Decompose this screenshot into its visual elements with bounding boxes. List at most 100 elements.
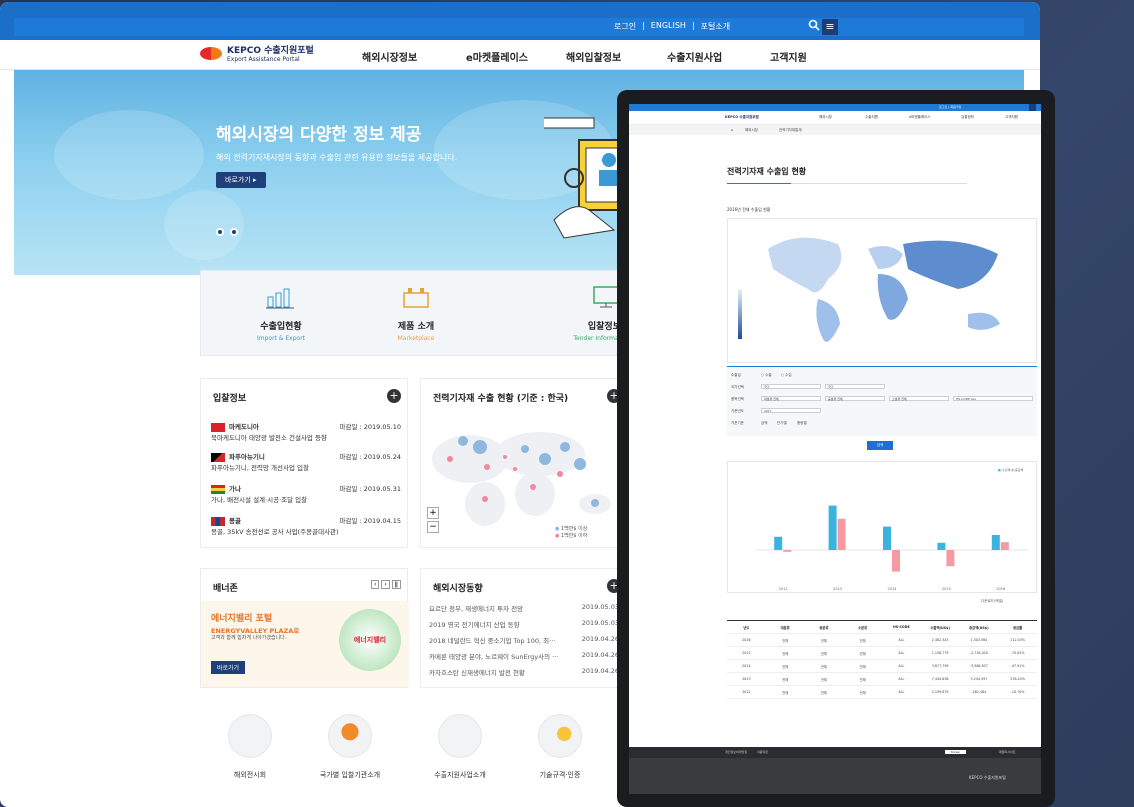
quick-exhibition[interactable]: 해외전시회 — [210, 714, 290, 780]
category-select[interactable]: 대분류 전체 — [761, 396, 821, 401]
year-select[interactable]: 2017 — [761, 408, 821, 413]
banner-go-button[interactable]: 바로가기 — [211, 661, 246, 674]
table-cell: 2,199,879 — [931, 690, 949, 694]
menu-export-support[interactable]: 수출지원사업 — [667, 49, 722, 64]
bid-item[interactable]: 마케도니아 마감일 : 2019.05.10 북마케도니아 태양광 발전소 건설사… — [211, 421, 401, 442]
news-item[interactable]: 요르단 정부, 재생에너지 투자 전망 2019.05.03 — [429, 603, 619, 613]
category-select[interactable]: 소분류 전체 — [889, 396, 949, 401]
quick-bid-agency[interactable]: 국가별 입찰기관소개 — [310, 714, 390, 780]
tablet-top-links[interactable]: 로그인 | 회원가입 — [939, 105, 961, 109]
login-link[interactable]: 로그인 — [614, 21, 636, 32]
portal-intro-link[interactable]: 포털소개 — [701, 21, 730, 32]
quick-cards: 수출입현황 Import & Export 제품 소개 Marketplace … — [200, 270, 621, 356]
search-button[interactable]: 검색 — [867, 441, 893, 450]
breadcrumb-item[interactable]: 해외시장 — [745, 128, 758, 133]
footer-logo: KEPCO 수출지원포털 — [969, 775, 1006, 780]
legend-label: 1백만$ 이하 — [560, 533, 588, 539]
card-subtitle: Marketplace — [397, 335, 435, 342]
bid-item[interactable]: 몽골 마감일 : 2019.04.15 몽골, 35kV 송전선로 공사 사업(주… — [211, 515, 401, 536]
hero-go-button[interactable]: 바로가기 ▸ — [216, 172, 266, 188]
language-select[interactable]: Korea — [945, 750, 966, 754]
menu-customer-support[interactable]: 고객지원 — [770, 49, 807, 64]
quick-tech-cert[interactable]: 기술규격·인증 — [520, 714, 600, 780]
table-cell: 전체 — [859, 638, 866, 643]
hscode-select[interactable]: HS-CODE ALL — [953, 396, 1033, 401]
table-cell: 전체 — [859, 677, 866, 682]
news-panel: 해외시장동향 + 요르단 정부, 재생에너지 투자 전망 2019.05.03 2… — [420, 568, 625, 688]
excel-download-button[interactable]: 다운로드(엑셀) — [981, 599, 1003, 604]
news-item[interactable]: 2018 네덜란드 혁신 중소기업 Top 100, 최··· 2019.04.2… — [429, 635, 619, 645]
footer-link[interactable]: 이용약관 — [757, 750, 768, 754]
panel-title: 해외시장동향 — [433, 584, 483, 594]
search-icon[interactable] — [806, 19, 822, 35]
export-map-panel: 전력기자재 수출 현황 (기준 : 한국) + + − ● 1백만$ 이상 ● … — [420, 378, 625, 548]
quick-export-support[interactable]: 수출지원사업소개 — [420, 714, 500, 780]
breadcrumb-item[interactable]: 전력기자재통계 — [779, 128, 802, 133]
bid-item[interactable]: 파푸아뉴기니 마감일 : 2019.05.24 파푸아뉴기니, 전력망 개선사업 … — [211, 451, 401, 472]
news-date: 2019.04.26 — [581, 651, 619, 659]
table-cell: 1,158,779 — [931, 651, 949, 655]
menu-overseas-bid[interactable]: 해외입찰정보 — [566, 49, 621, 64]
table-cell: ALL — [898, 651, 905, 655]
criteria-option[interactable]: 단가별 — [777, 421, 787, 426]
radio-import[interactable]: ○ 수입 — [781, 373, 792, 378]
quick-label: 국가별 입찰기관소개 — [319, 771, 381, 779]
menu-overseas-market[interactable]: 해외시장정보 — [362, 49, 417, 64]
menu-e-marketplace[interactable]: e마켓플레이스 — [466, 49, 528, 64]
tablet-nav-item[interactable]: 해외시장 — [819, 115, 832, 120]
tablet-nav: KEPCO 수출지원포털 해외시장 수출지원 e마켓플레이스 입찰정보 고객지원 — [629, 111, 1041, 125]
radio-export[interactable]: ○ 수출 — [761, 373, 772, 378]
news-item[interactable]: 카자흐스탄 신재생에너지 발전 현황 2019.04.26 — [429, 667, 619, 677]
home-icon[interactable]: ⌂ — [731, 128, 733, 132]
table-cell: -2,718,020 — [969, 651, 988, 655]
table-cell: -47.91% — [1010, 664, 1025, 668]
country-select[interactable]: 국가 — [761, 384, 821, 389]
card-marketplace[interactable]: 제품 소개 Marketplace — [356, 285, 476, 342]
chart-icon — [266, 288, 294, 309]
bid-item[interactable]: 가나 마감일 : 2019.05.31 가나, 배전시설 설계·시공·조달 입찰 — [211, 483, 401, 504]
category-select[interactable]: 중분류 전체 — [825, 396, 885, 401]
pause-button[interactable]: ǁ — [391, 580, 401, 589]
table-cell: 전체 — [820, 677, 827, 682]
prev-button[interactable]: ‹ — [371, 580, 380, 589]
tablet-search-icon[interactable] — [1029, 104, 1036, 111]
english-link[interactable]: ENGLISH — [651, 21, 686, 32]
tablet-nav-item[interactable]: 고객지원 — [1005, 115, 1018, 120]
laptop-icon — [438, 714, 482, 758]
criteria-option[interactable]: 금액 — [761, 421, 767, 426]
criteria-option[interactable]: 중량별 — [797, 421, 807, 426]
footer-link[interactable]: 개인정보처리방침 — [725, 750, 747, 754]
logo[interactable]: KEPCO 수출지원포털 Export Assistance Portal — [200, 43, 314, 63]
country-select[interactable]: 국가 — [825, 384, 885, 389]
zoom-out-button[interactable]: − — [427, 521, 439, 533]
x-tick-label: 2016 — [996, 587, 1005, 591]
pause-button[interactable] — [216, 228, 224, 236]
card-import-export[interactable]: 수출입현황 Import & Export — [221, 285, 341, 342]
family-site-select[interactable]: 패밀리사이트 — [999, 750, 1016, 754]
zoom-in-button[interactable]: + — [427, 507, 439, 519]
table-cell: 2,482,343 — [931, 638, 949, 642]
news-item[interactable]: 카메룬 태양광 분야, 노르웨이 SunErgy사의 ··· 2019.04.26 — [429, 651, 619, 661]
tablet-nav-item[interactable]: 수출지원 — [865, 115, 878, 120]
bid-date: 마감일 : 2019.05.31 — [339, 485, 401, 493]
next-button[interactable]: › — [381, 580, 390, 589]
card-title: 수출입현황 — [260, 322, 302, 332]
menu-icon[interactable]: ≡ — [822, 19, 838, 35]
x-tick-label: 2013 — [833, 587, 842, 591]
table-header: 수출액(US$) — [930, 625, 950, 630]
energy-valley-banner[interactable]: 에너지밸리 포털 ENERGYVALLEY PLAZA로 고객과 함께 힘차게 … — [201, 601, 409, 687]
tablet-logo[interactable]: KEPCO 수출지원포털 — [725, 115, 759, 120]
more-plus-icon[interactable]: + — [387, 389, 401, 403]
card-subtitle: Import & Export — [256, 335, 306, 342]
quick-label: 해외전시회 — [233, 771, 267, 779]
card-tender[interactable]: 입찰정보 Tender Informat — [501, 285, 621, 342]
play-button[interactable] — [230, 228, 238, 236]
x-tick-label: 2015 — [942, 587, 951, 591]
news-item[interactable]: 2019 영국 전기에너지 산업 동향 2019.05.03 — [429, 619, 619, 629]
tablet-nav-item[interactable]: 입찰정보 — [961, 115, 974, 120]
panel-title: 입찰정보 — [213, 394, 247, 404]
trophy-icon — [538, 714, 582, 758]
table-cell: ALL — [898, 690, 905, 694]
tablet-nav-item[interactable]: e마켓플레이스 — [909, 115, 930, 120]
panel-title: 전력기자재 수출 현황 (기준 : 한국) — [433, 394, 569, 404]
